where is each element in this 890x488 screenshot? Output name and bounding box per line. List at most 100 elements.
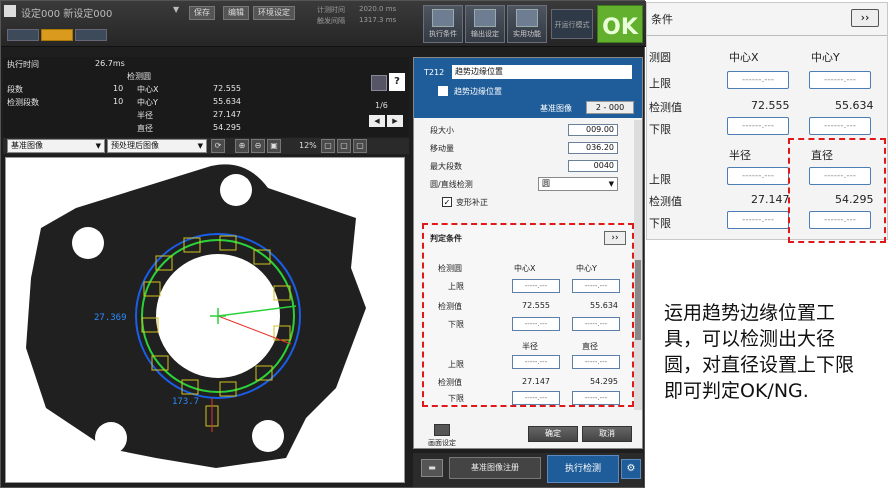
tool-name-field[interactable]: 趋势边缘位置: [452, 65, 632, 79]
image-view[interactable]: 27.369 173.7: [5, 157, 405, 483]
cancel-button[interactable]: 取消: [582, 426, 632, 442]
judge-lower-label-1: 下限: [448, 320, 464, 329]
max-segments-input[interactable]: 0040: [568, 160, 618, 172]
diameter-label: 直径: [137, 124, 153, 133]
segments-value: 10: [113, 84, 124, 93]
description-text: 运用趋势边缘位置工具，可以检测出大径圆，对直径设置上下限即可判定OK/NG.: [664, 302, 855, 402]
view-mode-icon-3[interactable]: ▢: [353, 139, 367, 153]
zoom-cx-detected-value: 72.555: [751, 99, 790, 112]
judge-condition-section: 判定条件 ›› 检测圆 中心X 中心Y 上限 -----.--- -----.-…: [422, 223, 634, 407]
trigger-interval-value: 1317.3 ms: [359, 16, 397, 24]
refresh-icon[interactable]: ⟳: [211, 139, 225, 153]
utility-label: 实用功能: [513, 30, 541, 38]
zoom-cy-lower-input[interactable]: ------.---: [809, 117, 871, 135]
segment-size-input[interactable]: 009.00: [568, 124, 618, 136]
edit-menu[interactable]: 编辑: [223, 6, 249, 20]
result-text: OK: [602, 15, 638, 40]
circle-detect-label: 圆/直线检测: [430, 180, 473, 189]
judge-center-y-header: 中心Y: [576, 264, 597, 273]
zoom-cx-upper-input[interactable]: ------.---: [727, 71, 789, 89]
ref-image-value[interactable]: 2 - 000: [586, 101, 634, 114]
camera-tab-2[interactable]: [41, 29, 73, 41]
panel-header: T212 趋势边缘位置 趋势边缘位置 基准图像 2 - 000: [414, 58, 642, 118]
zoom-r-lower-input[interactable]: ------.---: [727, 211, 789, 229]
utility-button[interactable]: 实用功能: [507, 5, 547, 43]
panel-scrollbar[interactable]: [634, 120, 642, 410]
execute-detection-button[interactable]: 执行检测: [547, 455, 619, 483]
exec-time-label: 执行时间: [7, 60, 39, 69]
ref-image-label: 基准图像: [540, 104, 572, 113]
zoom-more-button[interactable]: ››: [851, 9, 879, 27]
d-lower-input[interactable]: -----.---: [572, 391, 620, 405]
view-mode-icon-2[interactable]: ▢: [337, 139, 351, 153]
deform-checkbox[interactable]: ✓: [442, 197, 452, 207]
screen-settings-label: 画面设定: [428, 439, 456, 447]
settings-icon[interactable]: ⚙: [621, 459, 641, 479]
scene-dropdown-icon[interactable]: ▼: [173, 5, 179, 14]
run-mode-button[interactable]: 开运行模式: [551, 9, 593, 39]
register-ref-image-button[interactable]: 基准图像注册: [449, 457, 541, 479]
judge-detected-label-2: 检测值: [438, 378, 462, 387]
save-button[interactable]: 保存: [189, 6, 215, 20]
d-upper-input[interactable]: -----.---: [572, 355, 620, 369]
judge-radius-header: 半径: [522, 342, 538, 351]
tool-id: T212: [424, 68, 445, 77]
scrollbar-thumb[interactable]: [635, 260, 641, 340]
zoom-r-upper-input[interactable]: ------.---: [727, 167, 789, 185]
keyboard-icon[interactable]: ▬: [421, 459, 443, 477]
prev-page-button[interactable]: ◀: [369, 115, 385, 127]
help-icon[interactable]: ?: [389, 73, 405, 91]
radius-value: 27.147: [213, 110, 241, 119]
next-page-button[interactable]: ▶: [387, 115, 403, 127]
judge-detected-label-1: 检测值: [438, 302, 462, 311]
env-settings-menu[interactable]: 环境设定: [253, 6, 295, 20]
utility-icon: [516, 9, 538, 27]
judge-more-button[interactable]: ››: [604, 231, 626, 245]
zoom-radius-header: 半径: [729, 149, 751, 162]
bottom-annotation: 173.7: [172, 397, 199, 407]
zoom-cx-lower-input[interactable]: ------.---: [727, 117, 789, 135]
output-settings-button[interactable]: 输出设定: [465, 5, 505, 43]
preprocess-select-dropdown[interactable]: 预处理后图像: [107, 139, 207, 153]
judge-upper-label-1: 上限: [448, 282, 464, 291]
app-window: 设定000 新设定000 ▼ 保存 编辑 环境设定 计测时间 2020.0 ms…: [0, 0, 646, 488]
execute-detection-label: 执行检测: [564, 464, 601, 474]
output-list-icon[interactable]: [371, 75, 387, 91]
page-control: ? 1/6 ◀ ▶: [365, 65, 409, 131]
zoom-lower-label-1: 下限: [649, 123, 671, 136]
judge-title: 判定条件: [430, 234, 462, 243]
measurement-stats: 执行时间 26.7ms 检测圆 段数 10 中心X 72.555 检测段数 10…: [3, 57, 409, 137]
scene-title[interactable]: 设定000 新设定000: [21, 5, 171, 20]
cy-upper-input[interactable]: -----.---: [572, 279, 620, 293]
segments-label: 段数: [7, 85, 23, 94]
ok-button[interactable]: 确定: [528, 426, 578, 442]
view-mode-icon-1[interactable]: ▢: [321, 139, 335, 153]
r-upper-input[interactable]: -----.---: [512, 355, 560, 369]
mount-hole-top: [220, 174, 252, 206]
detected-segments-value: 10: [113, 97, 124, 106]
r-lower-input[interactable]: -----.---: [512, 391, 560, 405]
radius-label: 半径: [137, 111, 153, 120]
move-amount-input[interactable]: 036.20: [568, 142, 618, 154]
judge-detect-circle-label: 检测圆: [438, 264, 462, 273]
field-label-move: 移动量: [430, 144, 454, 153]
run-mode-label: 开运行模式: [554, 21, 590, 29]
circle-detect-dropdown[interactable]: 圆: [538, 177, 618, 191]
image-select-dropdown[interactable]: 基准图像: [7, 139, 105, 153]
cx-lower-input[interactable]: -----.---: [512, 317, 560, 331]
zoom-in-icon[interactable]: ⊕: [235, 139, 249, 153]
zoom-center-y-header: 中心Y: [811, 51, 840, 64]
exec-condition-button[interactable]: 执行条件: [423, 5, 463, 43]
camera-tab-3[interactable]: [75, 29, 107, 41]
zoom-out-icon[interactable]: ⊖: [251, 139, 265, 153]
cx-upper-input[interactable]: -----.---: [512, 279, 560, 293]
cy-lower-input[interactable]: -----.---: [572, 317, 620, 331]
camera-tab-1[interactable]: [7, 29, 39, 41]
trigger-interval-label: 触发间隔: [317, 17, 345, 25]
fit-icon[interactable]: ▣: [267, 139, 281, 153]
zoom-cy-upper-input[interactable]: ------.---: [809, 71, 871, 89]
center-y-value: 55.634: [213, 97, 241, 106]
result-indicator: OK: [597, 5, 643, 43]
judge-center-x-header: 中心X: [514, 264, 536, 273]
screen-settings-icon[interactable]: [434, 424, 450, 436]
